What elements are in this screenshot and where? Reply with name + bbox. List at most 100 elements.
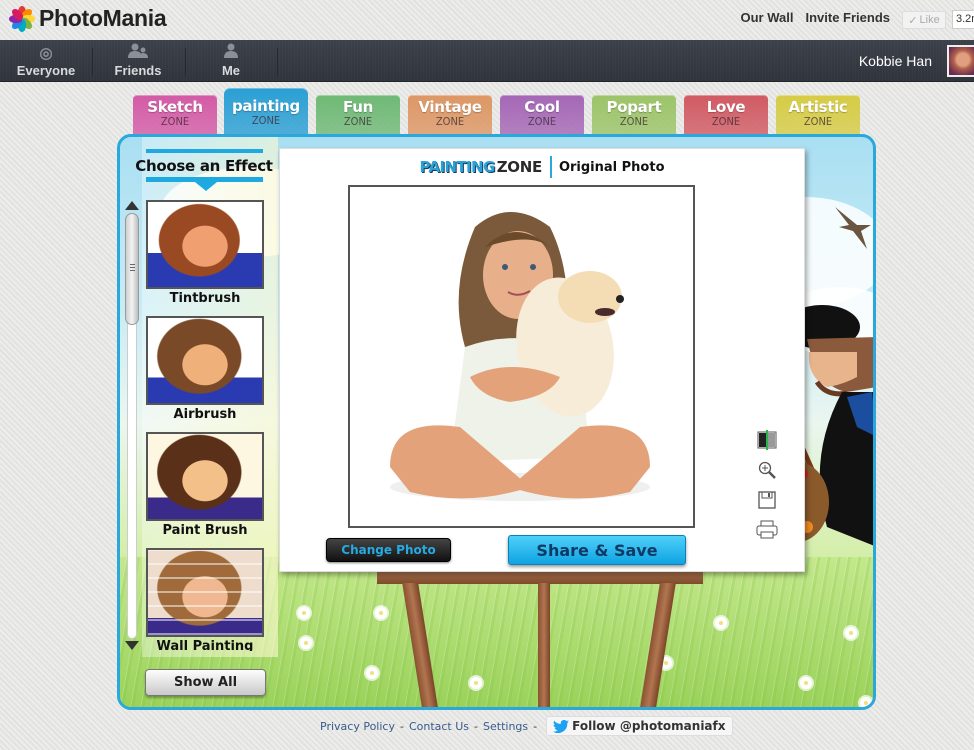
tab-label: Cool bbox=[524, 98, 560, 116]
tab-vintage-zone[interactable]: Vintage ZONE bbox=[408, 95, 492, 135]
tab-sublabel: ZONE bbox=[435, 115, 465, 128]
effect-tintbrush[interactable]: Tintbrush bbox=[146, 200, 264, 306]
tab-cool-zone[interactable]: Cool ZONE bbox=[500, 95, 584, 135]
like-button[interactable]: ✓ Like bbox=[902, 11, 946, 29]
tab-painting-zone[interactable]: painting ZONE bbox=[224, 88, 308, 135]
easel-leg bbox=[538, 583, 550, 707]
app-name: PhotoMania bbox=[39, 5, 167, 31]
title-underline bbox=[146, 149, 263, 153]
privacy-policy-link[interactable]: Privacy Policy bbox=[320, 720, 395, 733]
tab-label: Popart bbox=[606, 98, 662, 116]
tab-label: Love bbox=[706, 98, 746, 116]
top-bar: PhotoMania Our Wall Invite Friends ✓ Lik… bbox=[0, 0, 974, 40]
effect-airbrush[interactable]: Airbrush bbox=[146, 316, 264, 422]
flower-decoration bbox=[470, 677, 482, 689]
grip-icon bbox=[130, 264, 135, 271]
nav-everyone-label: Everyone bbox=[16, 63, 76, 78]
tab-label: Fun bbox=[343, 98, 373, 116]
effect-thumbnail bbox=[146, 316, 264, 405]
nav-divider bbox=[185, 48, 186, 76]
nav-divider bbox=[277, 48, 278, 76]
app-logo[interactable]: PhotoMania bbox=[9, 5, 167, 32]
flower-decoration bbox=[366, 667, 378, 679]
nav-friends[interactable]: Friends bbox=[100, 40, 176, 82]
effect-wall-painting[interactable]: Wall Painting bbox=[146, 548, 264, 651]
tab-artistic-zone[interactable]: Artistic ZONE bbox=[776, 95, 860, 135]
settings-link[interactable]: Settings bbox=[483, 720, 528, 733]
contact-us-link[interactable]: Contact Us bbox=[409, 720, 469, 733]
user-avatar[interactable] bbox=[947, 45, 974, 77]
tab-sketch-zone[interactable]: Sketch ZONE bbox=[133, 95, 217, 135]
user-icon bbox=[224, 43, 238, 61]
effect-thumbnail bbox=[146, 432, 264, 521]
tab-label: Vintage bbox=[418, 98, 482, 116]
canvas-card: PAINTING ZONE Original Photo Change Phot… bbox=[279, 148, 805, 572]
main-panel: Choose an Effect Tintbrush Airbrush Pain… bbox=[117, 134, 876, 710]
checkmark-icon: ✓ bbox=[908, 14, 918, 27]
tab-sublabel: ZONE bbox=[527, 115, 557, 128]
header-divider bbox=[549, 156, 552, 178]
zoom-in-icon[interactable] bbox=[756, 459, 778, 481]
invite-friends-link[interactable]: Invite Friends bbox=[805, 10, 890, 25]
effect-label: Wall Painting bbox=[156, 639, 254, 651]
pinwheel-logo-icon bbox=[9, 5, 35, 32]
original-photo-link[interactable]: Original Photo bbox=[559, 160, 665, 175]
sidebar-title: Choose an Effect bbox=[135, 157, 273, 175]
nav-divider bbox=[92, 48, 93, 76]
effect-paint-brush[interactable]: Paint Brush bbox=[146, 432, 264, 538]
tab-love-zone[interactable]: Love ZONE bbox=[684, 95, 768, 135]
tab-sublabel: ZONE bbox=[343, 115, 373, 128]
change-photo-button[interactable]: Change Photo bbox=[326, 538, 451, 562]
compare-icon[interactable] bbox=[756, 429, 778, 451]
footer-separator: - bbox=[474, 719, 479, 733]
tab-sublabel: ZONE bbox=[251, 114, 281, 127]
nav-me[interactable]: Me bbox=[195, 40, 267, 82]
nav-me-label: Me bbox=[221, 63, 241, 78]
tab-popart-zone[interactable]: Popart ZONE bbox=[592, 95, 676, 135]
save-icon[interactable] bbox=[756, 489, 778, 511]
footer-separator: - bbox=[399, 719, 404, 733]
flower-decoration bbox=[298, 607, 310, 619]
bird-illustration bbox=[835, 207, 871, 249]
flower-decoration bbox=[860, 697, 872, 707]
tab-sublabel: ZONE bbox=[803, 115, 833, 128]
scrollbar-thumb[interactable] bbox=[125, 213, 139, 325]
scroll-down-arrow-icon[interactable] bbox=[125, 641, 139, 650]
effects-sidebar: Choose an Effect Tintbrush Airbrush Pain… bbox=[120, 137, 278, 707]
like-count: 3.2m bbox=[952, 10, 974, 29]
canvas-header: PAINTING ZONE Original Photo bbox=[280, 155, 804, 179]
title-pointer bbox=[195, 182, 217, 191]
footer: Privacy Policy - Contact Us - Settings -… bbox=[320, 716, 733, 736]
nav-everyone[interactable]: ◎ Everyone bbox=[10, 40, 82, 82]
effect-label: Paint Brush bbox=[162, 523, 248, 538]
scroll-up-arrow-icon[interactable] bbox=[125, 201, 139, 210]
globe-icon: ◎ bbox=[39, 45, 53, 62]
effect-thumbnail bbox=[146, 200, 264, 289]
twitter-follow-button[interactable]: Follow @photomaniafx bbox=[546, 716, 733, 736]
share-save-button[interactable]: Share & Save bbox=[508, 535, 686, 565]
like-label: Like bbox=[919, 14, 940, 26]
effect-label: Airbrush bbox=[173, 407, 237, 422]
tab-label: Sketch bbox=[147, 98, 203, 116]
tab-label: painting bbox=[231, 97, 300, 115]
footer-separator: - bbox=[533, 719, 538, 733]
nav-friends-label: Friends bbox=[114, 63, 162, 78]
flower-decoration bbox=[800, 677, 812, 689]
tab-sublabel: ZONE bbox=[619, 115, 649, 128]
tab-sublabel: ZONE bbox=[160, 115, 190, 128]
flower-decoration bbox=[375, 607, 387, 619]
show-all-button[interactable]: Show All bbox=[145, 669, 266, 696]
print-icon[interactable] bbox=[756, 519, 778, 541]
flower-decoration bbox=[845, 627, 857, 639]
painted-photo-image bbox=[350, 187, 693, 526]
effect-thumbnail bbox=[146, 548, 264, 637]
flower-decoration bbox=[715, 617, 727, 629]
nav-bar: ◎ Everyone Friends Me bbox=[0, 40, 974, 82]
photo-preview[interactable] bbox=[348, 185, 695, 528]
tab-fun-zone[interactable]: Fun ZONE bbox=[316, 95, 400, 135]
effect-label: Tintbrush bbox=[169, 291, 241, 306]
friends-icon bbox=[127, 43, 149, 61]
user-name[interactable]: Kobbie Han bbox=[859, 53, 932, 69]
photo-tools bbox=[756, 429, 780, 549]
our-wall-link[interactable]: Our Wall bbox=[741, 10, 794, 25]
